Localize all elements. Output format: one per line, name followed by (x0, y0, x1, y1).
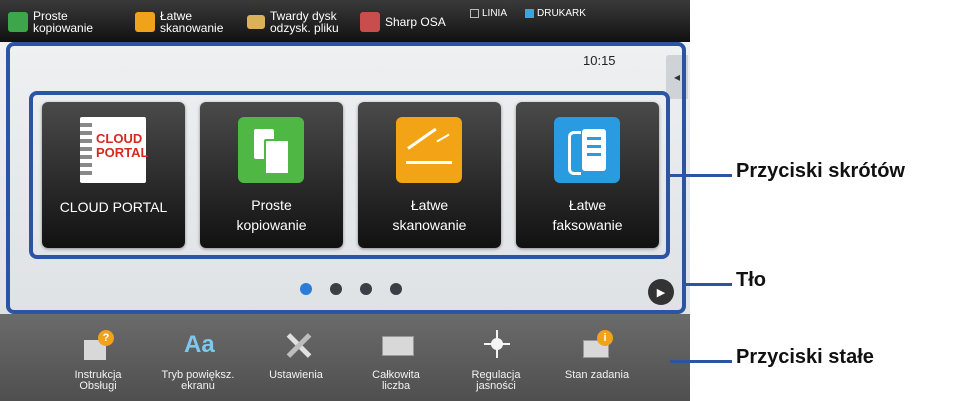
fixed-button-manual[interactable]: ? Instrukcja Obsługi (50, 326, 146, 398)
fixed-button-job-status[interactable]: i Stan zadania (549, 326, 645, 398)
top-shortcut-copy[interactable]: Proste kopiowanie (8, 7, 93, 37)
fixed-button-label: Całkowita liczba (372, 369, 420, 392)
callout-shortcut-buttons: Przyciski skrótów (736, 160, 905, 182)
top-shortcut-label: Sharp OSA (385, 15, 446, 29)
fixed-button-label: Stan zadania (564, 369, 630, 381)
osa-icon (360, 12, 380, 32)
printer-status: DRUKARK (525, 8, 586, 19)
shortcut-buttons-frame (29, 91, 670, 259)
top-shortcut-label: Twardy dysk odzysk. pliku (270, 9, 339, 35)
scan-icon (135, 12, 155, 32)
callout-line-background (686, 283, 732, 286)
fixed-button-settings[interactable]: Ustawienia (248, 326, 344, 398)
settings-tools-icon (282, 330, 312, 360)
line-indicator-icon (470, 9, 479, 18)
fixed-button-brightness[interactable]: Regulacja jasności (448, 326, 544, 398)
text-zoom-icon: Aa (184, 331, 215, 358)
top-shortcut-label: Łatwe skanowanie (160, 9, 224, 35)
fixed-button-text-zoom[interactable]: Aa Tryb powiększ. ekranu (150, 326, 246, 398)
top-shortcut-hdd-recovery[interactable]: Twardy dysk odzysk. pliku (247, 7, 339, 37)
callout-background: Tło (736, 269, 766, 291)
top-shortcut-sharp-osa[interactable]: Sharp OSA (360, 7, 446, 37)
printer-status-label: DRUKARK (537, 8, 586, 19)
counter-icon (382, 330, 414, 360)
fixed-button-label: Regulacja jasności (471, 369, 521, 392)
fixed-button-label: Ustawienia (269, 369, 323, 381)
callout-line-fixed (670, 360, 732, 363)
manual-help-icon: ? (84, 330, 114, 360)
job-status-icon: i (583, 330, 613, 360)
fixed-button-label: Tryb powiększ. ekranu (161, 369, 235, 392)
job-status-button[interactable]: Stan zadania (873, 22, 949, 37)
printer-indicator-icon (525, 9, 534, 18)
top-shortcut-label: Proste kopiowanie (33, 9, 94, 35)
top-shortcut-scan[interactable]: Łatwe skanowanie (135, 7, 223, 37)
top-status-bar (0, 0, 690, 42)
copy-icon (8, 12, 28, 32)
folder-icon (247, 15, 265, 29)
line-status: LINIA (470, 8, 507, 19)
callout-fixed-buttons: Przyciski stałe (736, 346, 874, 368)
brightness-icon (482, 330, 512, 360)
fixed-button-total-count[interactable]: Całkowita liczba (348, 326, 444, 398)
callout-line-shortcuts (670, 174, 732, 177)
fixed-button-label: Instrukcja Obsługi (74, 369, 122, 392)
line-status-label: LINIA (482, 8, 508, 19)
